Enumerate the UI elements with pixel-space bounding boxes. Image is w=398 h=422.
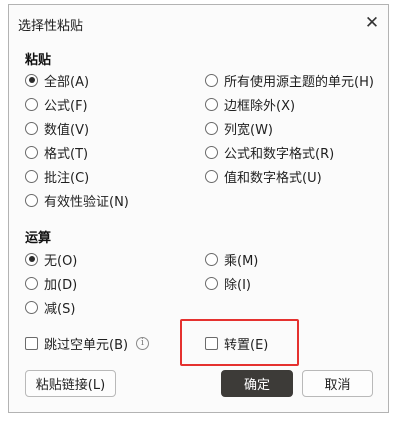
paste-link-button[interactable]: 粘贴链接(L) (25, 370, 116, 397)
checkbox-transpose[interactable]: 转置(E) (205, 333, 268, 353)
radio-operation-none[interactable]: 无(O) (25, 249, 77, 269)
radio-label: 所有使用源主题的单元(H) (224, 74, 374, 90)
checkbox-label: 转置(E) (224, 337, 269, 353)
radio-indicator (25, 97, 38, 111)
radio-indicator (205, 73, 218, 87)
radio-label: 格式(T) (44, 146, 89, 162)
radio-label: 边框除外(X) (224, 98, 296, 114)
radio-indicator (25, 73, 38, 87)
radio-label: 乘(M) (224, 253, 259, 269)
radio-paste-all-using-source-theme[interactable]: 所有使用源主题的单元(H) (205, 70, 374, 90)
radio-paste-all[interactable]: 全部(A) (25, 70, 89, 90)
radio-indicator (25, 145, 38, 159)
radio-paste-comments[interactable]: 批注(C) (25, 166, 89, 186)
radio-indicator (205, 97, 218, 111)
paste-special-dialog: 选择性粘贴 ✕ 粘贴 全部(A) 所有使用源主题的单元(H) 公式(F) 边框除… (8, 4, 389, 413)
radio-label: 加(D) (44, 277, 78, 293)
checkbox-indicator (25, 336, 38, 350)
radio-label: 无(O) (44, 253, 78, 269)
radio-indicator (205, 121, 218, 135)
radio-indicator (25, 252, 38, 266)
close-icon: ✕ (364, 12, 380, 33)
radio-indicator (205, 252, 218, 266)
radio-operation-add[interactable]: 加(D) (25, 273, 77, 293)
radio-label: 数值(V) (44, 122, 90, 138)
radio-indicator (25, 169, 38, 183)
radio-indicator (205, 169, 218, 183)
operation-section-title: 运算 (25, 231, 52, 246)
info-icon[interactable]: i (136, 337, 149, 350)
radio-label: 值和数字格式(U) (224, 170, 322, 186)
paste-section-title: 粘贴 (25, 53, 52, 68)
title-bar: 选择性粘贴 ✕ (9, 5, 388, 41)
radio-operation-multiply[interactable]: 乘(M) (205, 249, 258, 269)
radio-indicator (25, 276, 38, 290)
radio-indicator (205, 145, 218, 159)
radio-label: 除(I) (224, 277, 251, 293)
radio-paste-formulas[interactable]: 公式(F) (25, 94, 88, 114)
radio-paste-all-except-borders[interactable]: 边框除外(X) (205, 94, 295, 114)
dialog-title: 选择性粘贴 (18, 19, 84, 34)
radio-label: 全部(A) (44, 74, 90, 90)
radio-operation-divide[interactable]: 除(I) (205, 273, 251, 293)
radio-label: 减(S) (44, 301, 76, 317)
cancel-button[interactable]: 取消 (302, 370, 373, 397)
radio-indicator (205, 276, 218, 290)
close-button[interactable]: ✕ (362, 13, 382, 33)
radio-indicator (25, 121, 38, 135)
radio-label: 批注(C) (44, 170, 90, 186)
radio-paste-values[interactable]: 数值(V) (25, 118, 89, 138)
radio-label: 有效性验证(N) (44, 194, 129, 210)
ok-button[interactable]: 确定 (221, 370, 293, 397)
radio-label: 公式(F) (44, 98, 88, 114)
radio-paste-formulas-and-number-formats[interactable]: 公式和数字格式(R) (205, 142, 334, 162)
radio-label: 公式和数字格式(R) (224, 146, 335, 162)
radio-paste-values-and-number-formats[interactable]: 值和数字格式(U) (205, 166, 322, 186)
checkbox-label: 跳过空单元(B) (44, 337, 129, 353)
radio-paste-validation[interactable]: 有效性验证(N) (25, 190, 129, 210)
checkbox-indicator (205, 336, 218, 350)
radio-label: 列宽(W) (224, 122, 273, 138)
radio-operation-subtract[interactable]: 减(S) (25, 297, 75, 317)
radio-paste-formats[interactable]: 格式(T) (25, 142, 88, 162)
radio-paste-column-widths[interactable]: 列宽(W) (205, 118, 273, 138)
radio-indicator (25, 300, 38, 314)
checkbox-skip-blanks[interactable]: 跳过空单元(B) (25, 333, 128, 353)
radio-indicator (25, 193, 38, 207)
